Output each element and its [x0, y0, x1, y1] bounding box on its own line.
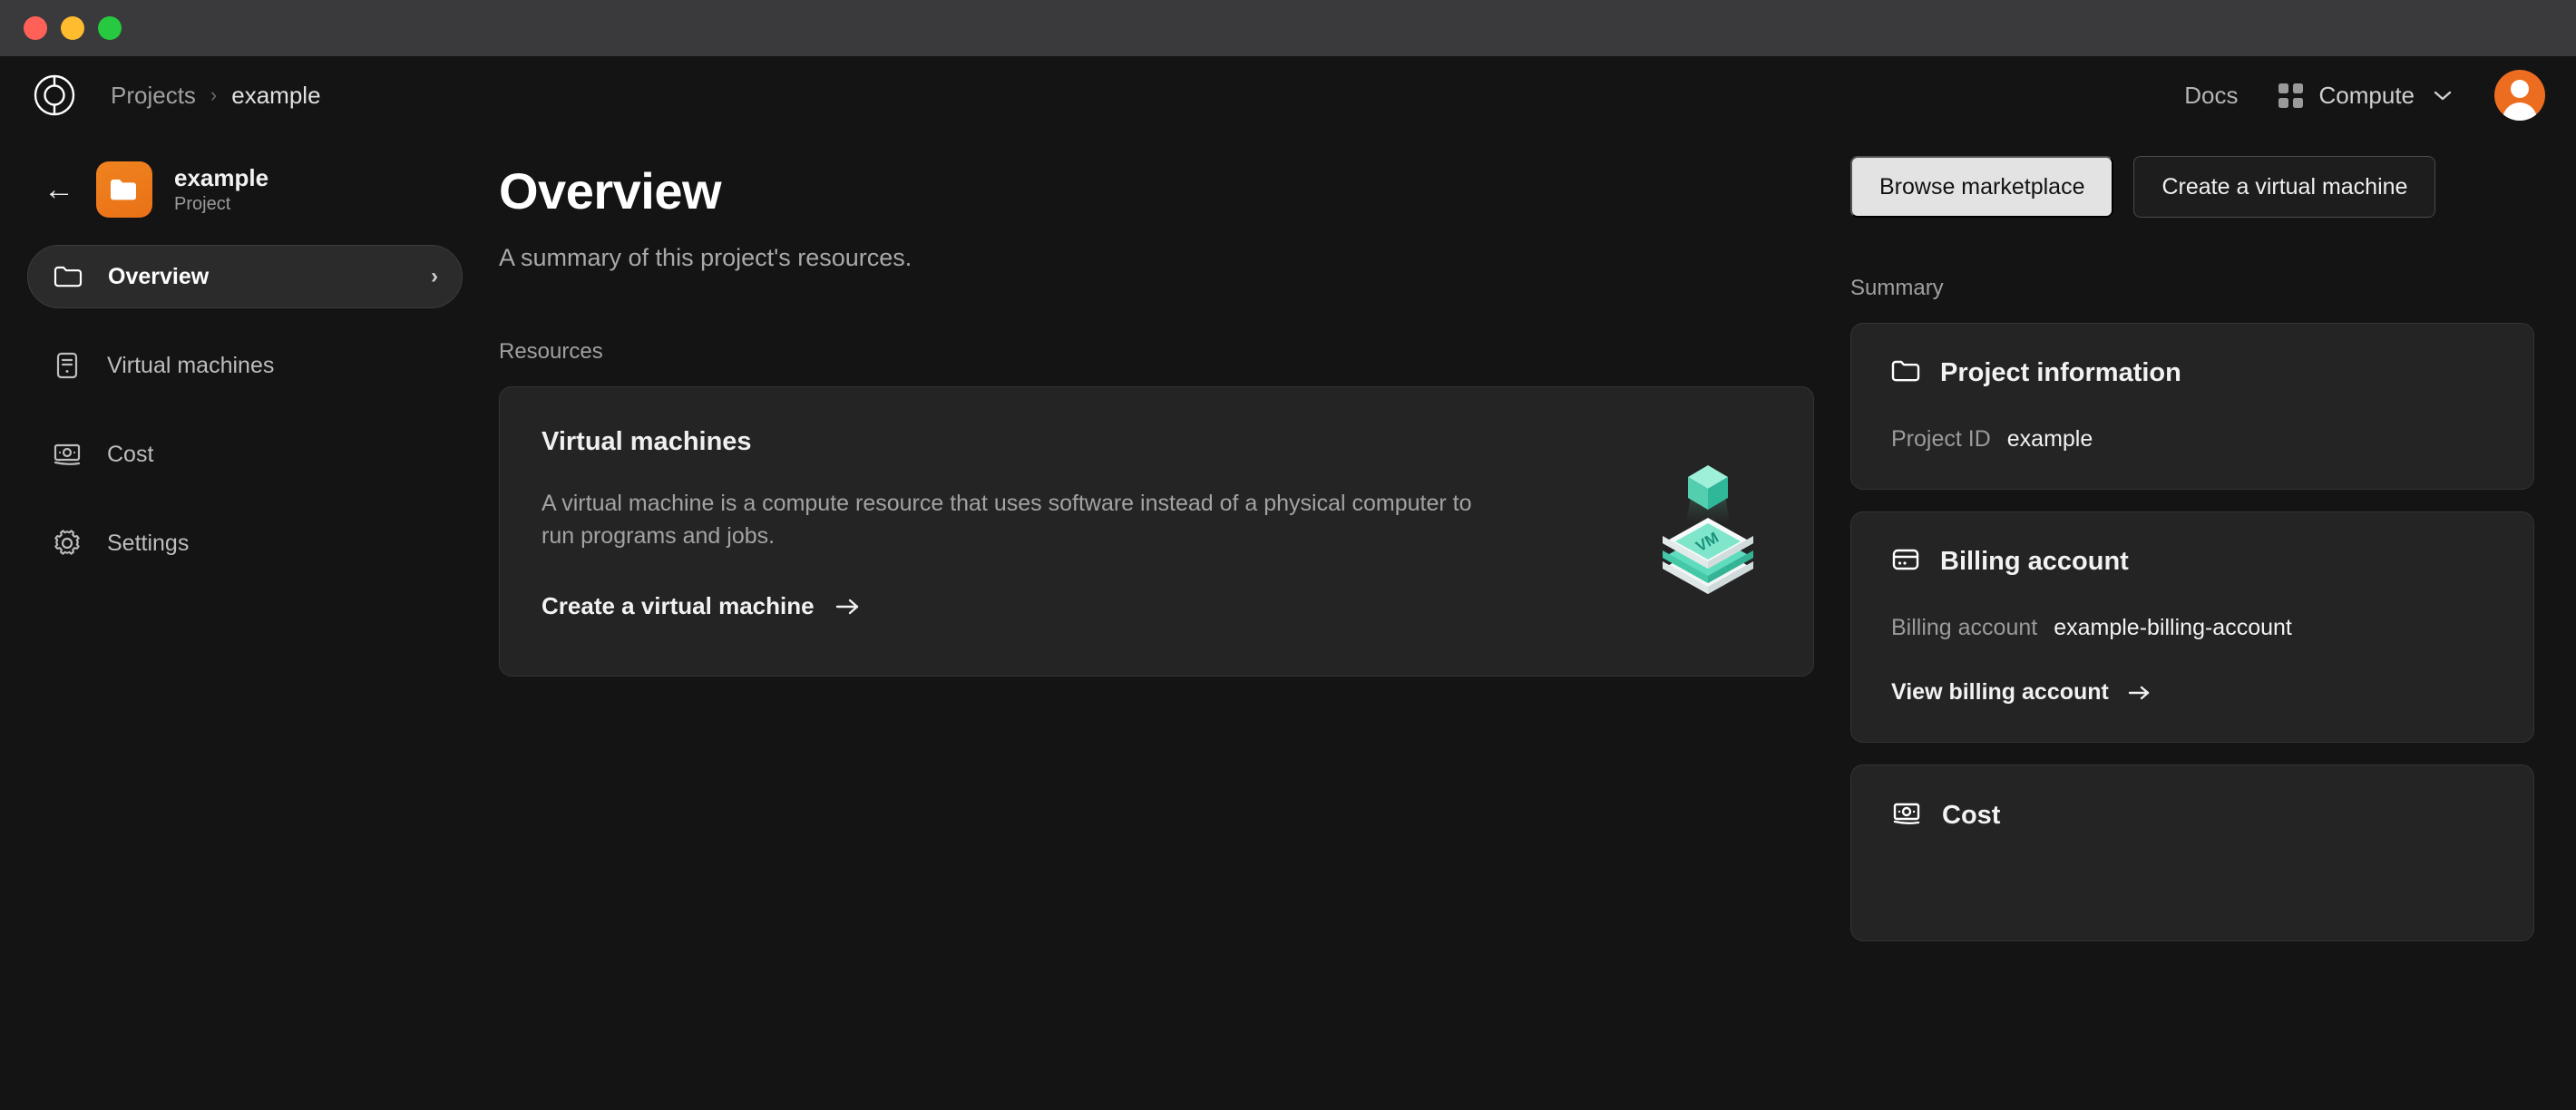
sidebar-item-label: Settings	[107, 530, 190, 556]
folder-icon	[1891, 358, 1920, 388]
folder-icon	[52, 264, 84, 289]
summary-card-header: Project information	[1891, 358, 2493, 388]
sidebar-item-label: Virtual machines	[107, 352, 275, 378]
sidebar-item-overview[interactable]: Overview ›	[27, 245, 463, 308]
project-type: Project	[174, 194, 231, 214]
resources-column: Overview A summary of this project's res…	[499, 134, 1850, 1110]
window-close-button[interactable]	[24, 16, 47, 40]
chevron-right-icon: ›	[210, 83, 218, 106]
top-navigation-bar: Projects › example Docs Compute	[0, 56, 2576, 134]
gear-icon	[51, 529, 83, 558]
summary-row: Project ID example	[1891, 426, 2493, 453]
sidebar-item-label: Overview	[108, 263, 210, 289]
sidebar-project-header: ← example Project	[27, 141, 463, 245]
resource-card-virtual-machines[interactable]: Virtual machines A virtual machine is a …	[499, 386, 1814, 677]
arrow-right-icon	[2128, 686, 2150, 699]
sidebar-item-label: Cost	[107, 441, 154, 467]
back-arrow-icon[interactable]: ←	[44, 174, 74, 205]
create-virtual-machine-button[interactable]: Create a virtual machine	[2133, 156, 2436, 218]
breadcrumb-current-project[interactable]: example	[231, 82, 320, 110]
summary-card-title: Billing account	[1940, 547, 2129, 576]
project-meta: example Project	[174, 164, 268, 215]
summary-row-value: example	[2006, 426, 2093, 452]
window-zoom-button[interactable]	[98, 16, 122, 40]
sidebar-item-virtual-machines[interactable]: Virtual machines	[27, 334, 463, 397]
browse-marketplace-button[interactable]: Browse marketplace	[1850, 156, 2114, 218]
window-minimize-button[interactable]	[61, 16, 84, 40]
summary-card-project-information: Project information Project ID example	[1850, 323, 2534, 490]
summary-card-billing-account: Billing account Billing account example-…	[1850, 511, 2534, 743]
sidebar: ← example Project Overview › Virtual mac…	[0, 134, 490, 1110]
system-picker-label: Compute	[2318, 81, 2415, 109]
view-billing-account-label: View billing account	[1891, 679, 2109, 705]
create-virtual-machine-link[interactable]: Create a virtual machine	[542, 592, 862, 620]
chevron-down-icon	[2434, 91, 2452, 101]
summary-row-key: Project ID	[1891, 426, 1991, 452]
avatar-head	[2511, 80, 2529, 98]
summary-column: Browse marketplace Create a virtual mach…	[1850, 134, 2576, 1110]
credit-card-icon	[1891, 547, 1920, 577]
view-billing-account-link[interactable]: View billing account	[1891, 679, 2152, 706]
docs-link[interactable]: Docs	[2184, 82, 2238, 110]
arrow-right-icon	[835, 599, 858, 614]
window-titlebar	[0, 0, 2576, 56]
page-subtitle: A summary of this project's resources.	[499, 244, 912, 271]
money-icon	[1891, 800, 1922, 832]
sidebar-item-cost[interactable]: Cost	[27, 423, 463, 486]
resources-section-label: Resources	[499, 339, 603, 364]
summary-row: Billing account example-billing-account	[1891, 615, 2493, 641]
summary-card-cost: Cost	[1850, 764, 2534, 941]
breadcrumb-projects-link[interactable]: Projects	[111, 82, 196, 110]
vm-stack-illustration: VM	[1654, 460, 1762, 596]
summary-card-header: Cost	[1891, 800, 2493, 832]
avatar[interactable]	[2494, 70, 2545, 121]
app-shell: Projects › example Docs Compute ← exampl…	[0, 56, 2576, 1110]
chevron-right-icon: ›	[431, 264, 438, 288]
resource-card-description: A virtual machine is a compute resource …	[542, 491, 1472, 549]
money-icon	[51, 441, 83, 468]
grid-icon	[2278, 83, 2303, 108]
page-title: Overview	[499, 162, 722, 219]
summary-row-key: Billing account	[1891, 615, 2038, 640]
sidebar-item-settings[interactable]: Settings	[27, 511, 463, 575]
system-picker-compute[interactable]: Compute	[2278, 82, 2455, 110]
breadcrumb: Projects › example	[111, 82, 321, 110]
summary-card-title: Cost	[1942, 801, 2001, 830]
summary-section-label: Summary	[1850, 276, 1944, 300]
app-body: ← example Project Overview › Virtual mac…	[0, 134, 2576, 1110]
project-folder-icon	[96, 161, 152, 218]
avatar-body	[2503, 102, 2537, 121]
create-virtual-machine-link-label: Create a virtual machine	[542, 592, 815, 619]
summary-card-header: Billing account	[1891, 547, 2493, 577]
main-content: Overview A summary of this project's res…	[490, 134, 2576, 1110]
summary-card-title: Project information	[1940, 358, 2181, 387]
page-actions: Browse marketplace Create a virtual mach…	[1850, 156, 2534, 218]
server-icon	[51, 351, 83, 380]
topbar-actions: Docs Compute	[2184, 70, 2545, 121]
resource-card-title: Virtual machines	[542, 427, 752, 456]
oxide-logo-icon[interactable]	[27, 74, 82, 116]
summary-row-value: example-billing-account	[2054, 615, 2292, 640]
project-name: example	[174, 164, 269, 191]
